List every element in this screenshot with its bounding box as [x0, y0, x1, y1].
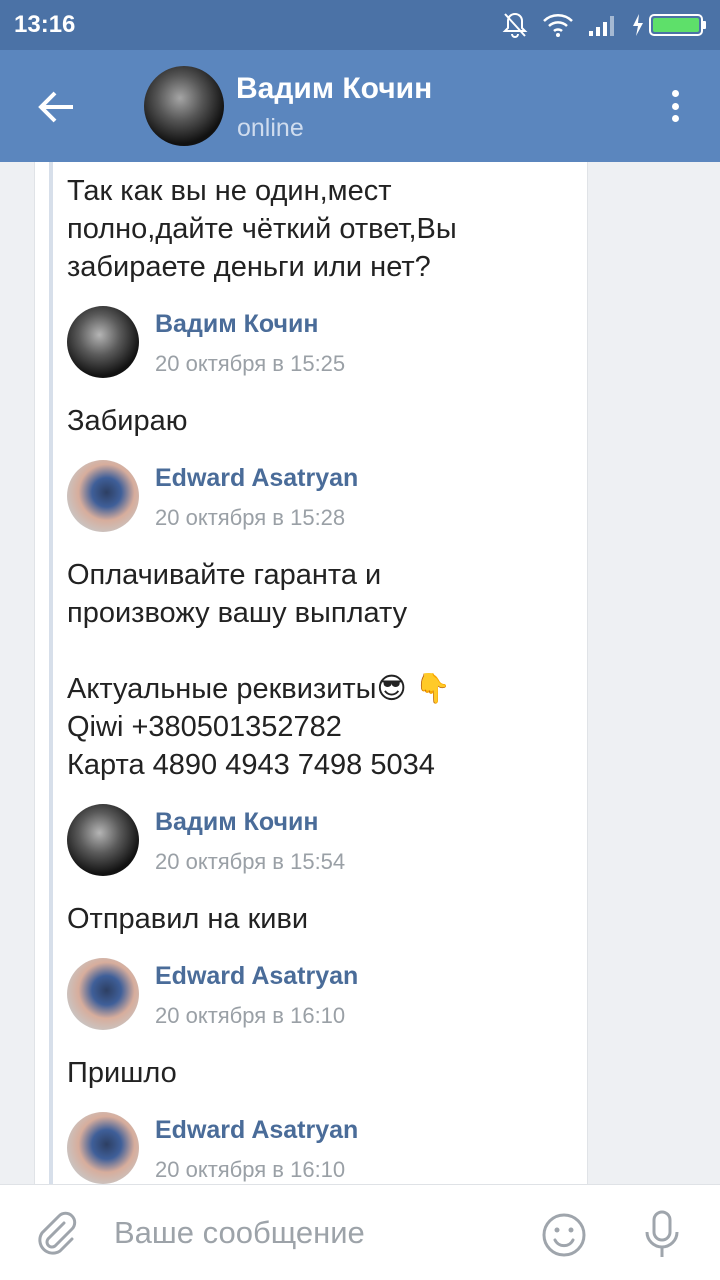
- forwarded-messages[interactable]: Так как вы не один,мест полно,дайте чётк…: [34, 162, 588, 1184]
- battery-charging-icon: [633, 14, 706, 36]
- message-date: 20 октября в 16:10: [155, 1003, 346, 1028]
- message-text: Так как вы не один,мест полно,дайте чётк…: [67, 175, 457, 283]
- message-text: Пришло: [67, 1057, 177, 1089]
- status-bar: 13:16: [0, 0, 720, 50]
- message-list: Так как вы не один,мест полно,дайте чётк…: [67, 172, 577, 1184]
- avatar[interactable]: [67, 306, 139, 378]
- avatar[interactable]: [67, 958, 139, 1030]
- notifications-off-icon: [502, 12, 528, 38]
- signal-icon: [589, 16, 614, 36]
- voice-message-button[interactable]: [642, 1209, 682, 1261]
- message-text: Оплачивайте гаранта и произвожу вашу вып…: [67, 559, 451, 781]
- contact-name[interactable]: Вадим Кочин: [236, 72, 432, 106]
- quote-line: [49, 162, 53, 1184]
- message-text: Забираю: [67, 405, 188, 437]
- avatar[interactable]: [67, 804, 139, 876]
- message-author[interactable]: Вадим Кочин 20 октября в 15:25: [67, 306, 577, 392]
- message-date: 20 октября в 16:10: [155, 1157, 346, 1182]
- paperclip-icon: [38, 1211, 77, 1255]
- message-composer: Ваше сообщение: [0, 1184, 720, 1280]
- emoji-button[interactable]: [540, 1211, 588, 1259]
- back-button[interactable]: [30, 82, 84, 132]
- avatar[interactable]: [67, 1112, 139, 1184]
- wifi-icon: [543, 14, 573, 37]
- author-name[interactable]: Вадим Кочин: [155, 310, 319, 339]
- attach-button[interactable]: [34, 1211, 78, 1255]
- status-time: 13:16: [14, 11, 76, 38]
- contact-avatar[interactable]: [144, 66, 224, 146]
- chat-header: Вадим Кочин online: [0, 50, 720, 162]
- message-author[interactable]: Edward Asatryan 20 октября в 15:28: [67, 460, 577, 546]
- author-name[interactable]: Вадим Кочин: [155, 808, 319, 837]
- more-dot-icon: [671, 115, 679, 122]
- author-name[interactable]: Edward Asatryan: [155, 464, 358, 493]
- status-icons: [502, 10, 708, 40]
- message-text: Отправил на киви: [67, 903, 309, 935]
- microphone-icon: [645, 1210, 679, 1257]
- message-date: 20 октября в 15:28: [155, 505, 346, 530]
- more-dot-icon: [671, 90, 679, 97]
- message-date: 20 октября в 15:25: [155, 351, 346, 376]
- message-date: 20 октября в 15:54: [155, 849, 346, 874]
- smiley-icon: [542, 1213, 586, 1257]
- arrow-back-icon: [38, 91, 73, 123]
- contact-status: online: [237, 114, 304, 142]
- more-options-button[interactable]: [660, 84, 690, 128]
- message-author[interactable]: Edward Asatryan 20 октября в 16:10: [67, 958, 577, 1044]
- message-author[interactable]: Edward Asatryan 20 октября в 16:10: [67, 1112, 577, 1184]
- avatar[interactable]: [67, 460, 139, 532]
- more-dot-icon: [671, 102, 679, 110]
- author-name[interactable]: Edward Asatryan: [155, 962, 358, 991]
- message-author[interactable]: Вадим Кочин 20 октября в 15:54: [67, 804, 577, 890]
- author-name[interactable]: Edward Asatryan: [155, 1116, 358, 1145]
- message-input[interactable]: Ваше сообщение: [114, 1215, 365, 1251]
